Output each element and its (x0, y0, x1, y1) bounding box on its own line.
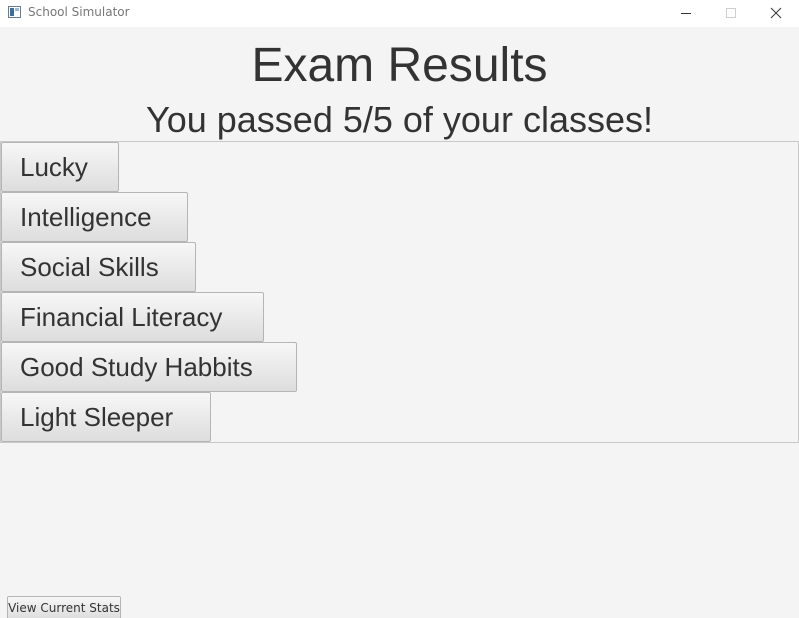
minimize-icon[interactable] (663, 0, 708, 27)
trait-list: Lucky Intelligence Social Skills Financi… (0, 141, 799, 443)
app-window-icon (8, 6, 21, 18)
trait-button-lucky[interactable]: Lucky (1, 142, 119, 192)
trait-button-intelligence[interactable]: Intelligence (1, 192, 188, 242)
exam-result-text: You passed 5/5 of your classes! (146, 99, 653, 140)
close-icon[interactable] (753, 0, 798, 27)
maximize-icon (708, 0, 753, 27)
window-title: School Simulator (28, 5, 130, 19)
trait-button-social-skills[interactable]: Social Skills (1, 242, 196, 292)
page-title: Exam Results (251, 39, 548, 92)
trait-button-light-sleeper[interactable]: Light Sleeper (1, 392, 211, 442)
title-bar[interactable]: School Simulator (0, 0, 799, 27)
trait-button-good-study-habbits[interactable]: Good Study Habbits (1, 342, 297, 392)
app-window: School Simulator Exam Results You passed… (0, 0, 799, 618)
trait-button-financial-literacy[interactable]: Financial Literacy (1, 292, 264, 342)
view-current-stats-button[interactable]: View Current Stats (7, 596, 121, 618)
